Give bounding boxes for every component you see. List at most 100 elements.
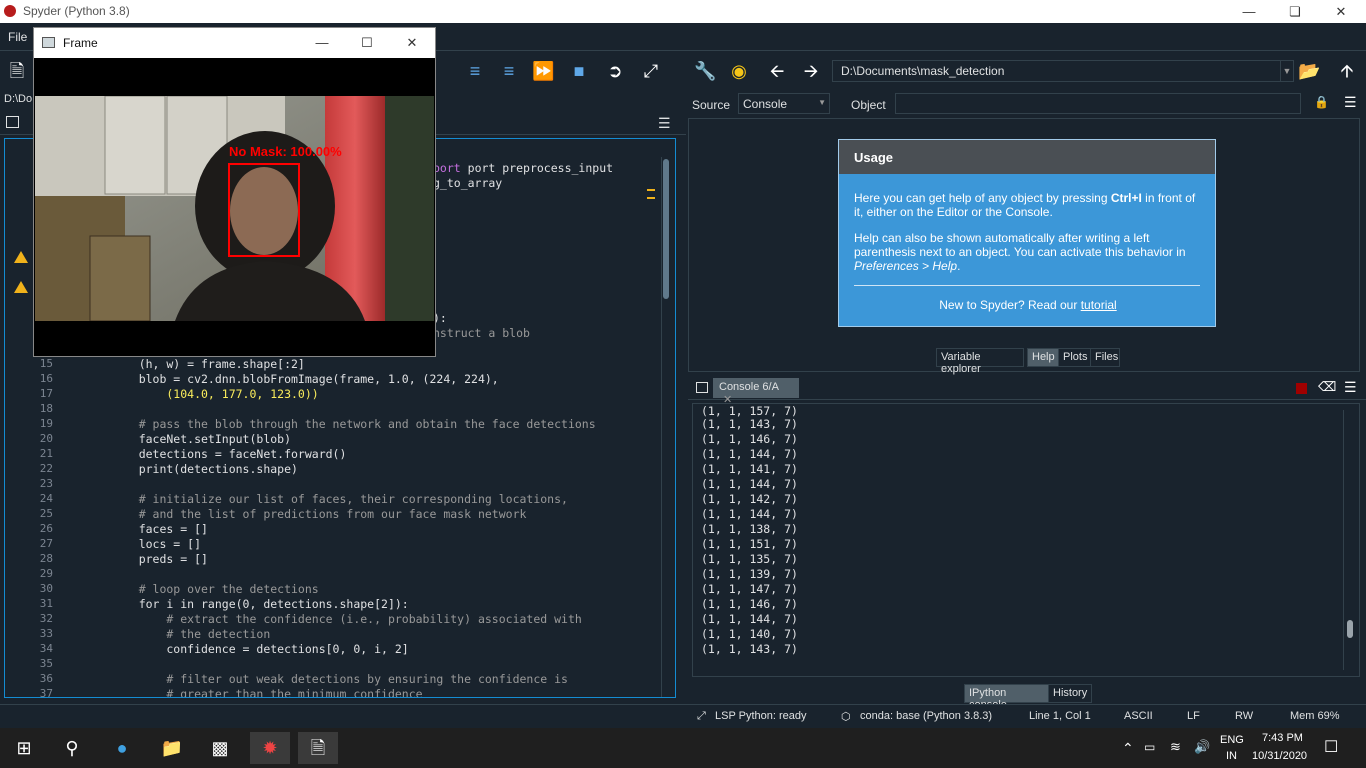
notification-icon[interactable]: ☐ (1324, 737, 1338, 757)
editor-scroll-thumb[interactable] (663, 159, 669, 299)
restore-button[interactable]: ❏ (1272, 0, 1318, 23)
frame-window[interactable]: Frame — ☐ ✕ No Mask: 100.00% (33, 27, 436, 357)
line-number: 24 (39, 492, 53, 505)
console-output-line: (1, 1, 142, 7) (701, 492, 798, 506)
options-menu-icon[interactable]: ☰ (658, 115, 671, 132)
battery-icon[interactable]: ▭ (1144, 740, 1155, 754)
tab-help[interactable]: Help (1027, 348, 1059, 367)
line-number: 18 (39, 402, 53, 415)
frame-window-title: Frame (63, 36, 98, 50)
source-select[interactable]: Console ▼ (738, 93, 830, 114)
browse-tabs-icon[interactable] (6, 116, 19, 128)
usage-paragraph-2: Help can also be shown automatically aft… (854, 231, 1186, 273)
warning-marker (647, 197, 655, 199)
options-menu-icon[interactable]: ☰ (1344, 379, 1357, 396)
back-arrow-icon[interactable]: 🡨 (766, 60, 788, 82)
browse-tabs-icon[interactable] (696, 382, 708, 393)
preferences-wrench-icon[interactable]: 🔧 (694, 60, 716, 82)
clock-time[interactable]: 7:43 PM (1262, 732, 1303, 744)
line-number: 19 (39, 417, 53, 430)
mask-prediction-label: No Mask: 100.00% (229, 144, 342, 159)
tab-variable-explorer[interactable]: Variable explorer (936, 348, 1024, 375)
ipython-console[interactable]: (1, 1, 157, 7) (1, 1, 143, 7) (1, 1, 146… (692, 403, 1360, 677)
line-number: 35 (39, 657, 53, 670)
lock-icon[interactable]: 🔒 (1314, 95, 1329, 109)
console-output-line: (1, 1, 144, 7) (701, 447, 798, 461)
console-output-line: (1, 1, 144, 7) (701, 507, 798, 521)
clock-date[interactable]: 10/31/2020 (1252, 750, 1307, 762)
title-bar: Spyder (Python 3.8) — ❏ ✕ (0, 0, 1366, 23)
tutorial-link[interactable]: tutorial (1081, 298, 1117, 312)
line-number: 20 (39, 432, 53, 445)
region-indicator[interactable]: IN (1226, 750, 1237, 762)
lsp-status-icon: ⤢ (697, 710, 706, 722)
stop-debug-icon[interactable]: ■ (568, 60, 590, 82)
line-number: 25 (39, 507, 53, 520)
console-scroll-thumb[interactable] (1347, 620, 1353, 638)
maximize-button[interactable]: ☐ (344, 31, 390, 54)
code-fragment: g_to_array (433, 176, 503, 190)
file-encoding: ASCII (1124, 710, 1153, 722)
tab-files[interactable]: Files (1090, 348, 1120, 367)
code-line: for i in range(0, detections.shape[2]): (111, 597, 409, 611)
spyder-logo-icon (4, 5, 16, 17)
step-into-icon[interactable]: ≡ (464, 60, 486, 82)
code-line: blob = cv2.dnn.blobFromImage(frame, 1.0,… (111, 372, 499, 386)
taskbar: ⊞ ⚲ ● 📁 ▩ ✹ 🗎 ⌃ ▭ ≋ 🔊 ENG IN 7:43 PM 10/… (0, 728, 1366, 768)
forward-arrow-icon[interactable]: 🡪 (800, 60, 822, 82)
line-number: 15 (39, 357, 53, 370)
close-button[interactable]: ✕ (389, 31, 435, 54)
object-input[interactable] (895, 93, 1301, 114)
tab-ipython-console[interactable]: IPython console (964, 684, 1049, 711)
fullscreen-icon[interactable]: ⤢ (640, 60, 662, 82)
warning-icon (14, 251, 28, 263)
console-output-line: (1, 1, 135, 7) (701, 552, 798, 566)
parent-dir-icon[interactable]: 🡩 (1336, 60, 1358, 82)
maximize-pane-icon[interactable]: ➲ (604, 60, 626, 82)
python-path-icon[interactable]: ◉ (728, 60, 750, 82)
tab-console[interactable]: Console 6/A ✕ (713, 378, 799, 406)
browse-folder-icon[interactable]: 📂 (1298, 60, 1320, 82)
frame-title-bar: Frame — ☐ ✕ (34, 28, 435, 58)
wifi-icon[interactable]: ≋ (1170, 739, 1181, 755)
terminal-icon[interactable]: ▩ (200, 732, 240, 764)
minimize-button[interactable]: — (299, 31, 345, 54)
interrupt-kernel-icon[interactable] (1296, 383, 1307, 394)
show-hidden-icons-icon[interactable]: ⌃ (1122, 740, 1134, 757)
minimize-button[interactable]: — (1226, 0, 1272, 23)
console-output-line: (1, 1, 147, 7) (701, 582, 798, 596)
volume-icon[interactable]: 🔊 (1194, 739, 1210, 755)
windows-start-icon[interactable]: ⊞ (4, 732, 44, 764)
file-explorer-icon[interactable]: 📁 (152, 732, 192, 764)
edge-browser-icon[interactable]: ● (102, 732, 142, 764)
usage-paragraph-1: Here you can get help of any object by p… (854, 191, 1196, 219)
code-line: # extract the confidence (i.e., probabil… (111, 612, 582, 626)
console-output-line: (1, 1, 138, 7) (701, 522, 798, 536)
close-button[interactable]: ✕ (1318, 0, 1364, 23)
options-menu-icon[interactable]: ☰ (1344, 94, 1357, 111)
line-number: 23 (39, 477, 53, 490)
search-icon[interactable]: ⚲ (52, 732, 92, 764)
line-number: 27 (39, 537, 53, 550)
chevron-down-icon[interactable]: ▼ (1280, 61, 1293, 81)
window-app-icon (42, 37, 55, 48)
code-line: # initialize our list of faces, their co… (111, 492, 568, 506)
source-select-value: Console (743, 97, 788, 111)
spyder-app-icon[interactable]: ✹ (250, 732, 290, 764)
code-line: faceNet.setInput(blob) (111, 432, 292, 446)
continue-icon[interactable]: ⏩ (532, 60, 554, 82)
code-line: faces = [] (111, 522, 208, 536)
step-return-icon[interactable]: ≡ (498, 60, 520, 82)
usage-paragraph-3: New to Spyder? Read our tutorial (939, 298, 1117, 312)
line-number: 26 (39, 522, 53, 535)
eraser-icon[interactable]: ⌫ (1318, 379, 1336, 395)
working-directory-input[interactable]: D:\Documents\mask_detection (832, 60, 1294, 82)
console-output-line: (1, 1, 141, 7) (701, 462, 798, 476)
language-indicator[interactable]: ENG (1220, 734, 1244, 746)
tab-history[interactable]: History (1048, 684, 1092, 703)
menu-file[interactable]: File (8, 30, 27, 44)
document-app-icon[interactable]: 🗎 (298, 732, 338, 764)
tab-plots[interactable]: Plots (1058, 348, 1091, 367)
warning-icon (14, 281, 28, 293)
new-file-icon[interactable]: 🗎 (6, 60, 28, 82)
